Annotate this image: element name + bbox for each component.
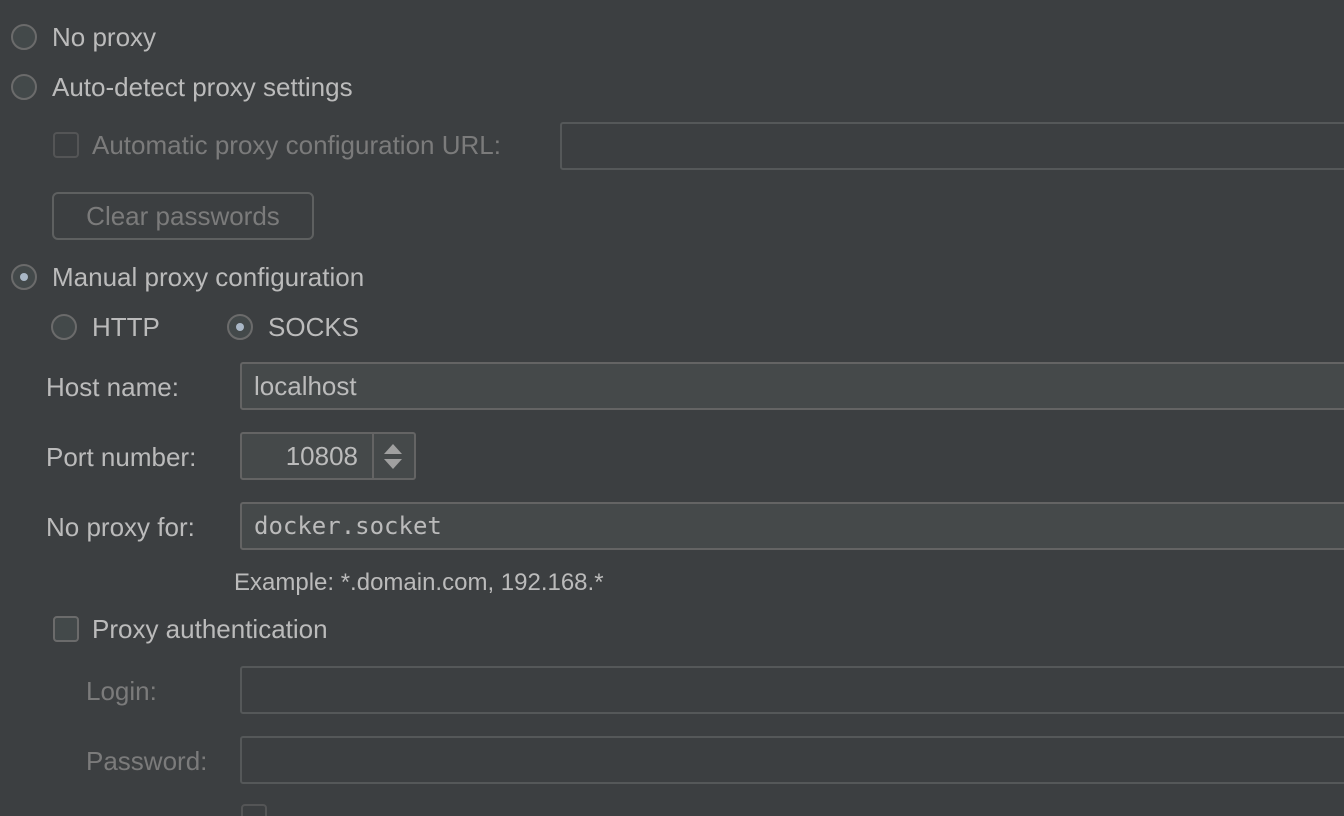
port-number-spinner[interactable]: 10808 [240,432,416,480]
no-proxy-label[interactable]: No proxy [52,22,156,52]
password-field[interactable] [240,736,1344,784]
login-label: Login: [86,676,157,706]
proxy-settings-panel: No proxy Auto-detect proxy settings Auto… [0,0,1344,816]
login-field[interactable] [240,666,1344,714]
proxy-auth-label[interactable]: Proxy authentication [92,614,328,644]
socks-radio[interactable] [227,314,253,340]
host-name-label: Host name: [46,372,179,402]
auto-config-url-label: Automatic proxy configuration URL: [92,130,501,160]
no-proxy-for-label: No proxy for: [46,512,195,542]
decrement-arrow-icon[interactable] [384,459,402,469]
password-label: Password: [86,746,208,776]
clear-passwords-button[interactable]: Clear passwords [52,192,314,240]
host-name-field[interactable]: localhost [240,362,1344,410]
no-proxy-for-field[interactable]: docker.socket [240,502,1344,550]
spinner-arrows[interactable] [372,434,414,478]
auto-detect-radio[interactable] [11,74,37,100]
no-proxy-example-hint: Example: *.domain.com, 192.168.* [234,569,604,596]
socks-label[interactable]: SOCKS [268,312,359,342]
port-number-label: Port number: [46,442,197,472]
http-label[interactable]: HTTP [92,312,160,342]
increment-arrow-icon[interactable] [384,444,402,454]
no-proxy-radio[interactable] [11,24,37,50]
auto-config-url-field[interactable] [560,122,1344,170]
proxy-auth-checkbox[interactable] [53,616,79,642]
remember-checkbox[interactable] [241,804,267,816]
port-number-value[interactable]: 10808 [242,434,370,478]
manual-proxy-label[interactable]: Manual proxy configuration [52,262,364,292]
auto-detect-label[interactable]: Auto-detect proxy settings [52,72,353,102]
auto-config-url-checkbox[interactable] [53,132,79,158]
manual-proxy-radio[interactable] [11,264,37,290]
http-radio[interactable] [51,314,77,340]
